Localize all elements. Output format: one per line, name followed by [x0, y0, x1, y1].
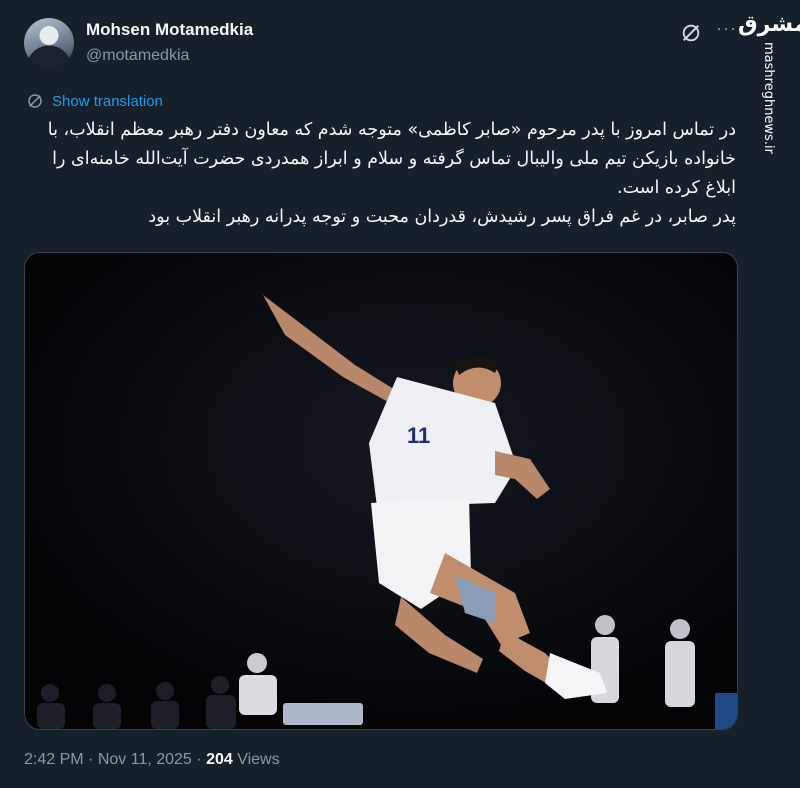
- watermark-logo: مشرق: [738, 12, 800, 37]
- meta-separator: ·: [196, 751, 202, 768]
- tweet: Mohsen Motamedkia @motamedkia ··· مشرق m…: [0, 0, 800, 788]
- tweet-text: در تماس امروز با پدر مرحوم «صابر کاظمی» …: [24, 116, 736, 232]
- tweet-photo[interactable]: 11: [24, 252, 738, 730]
- more-icon[interactable]: ···: [716, 18, 737, 39]
- meta-separator: ·: [88, 751, 94, 768]
- tweet-paragraph-2: پدر صابر، در غم فراق پسر رشیدش، قدردان م…: [148, 207, 736, 227]
- views-count: 204: [206, 751, 233, 768]
- globe-icon: [28, 94, 42, 108]
- grok-icon[interactable]: [680, 22, 702, 44]
- show-translation-link[interactable]: Show translation: [26, 92, 163, 110]
- avatar[interactable]: [24, 18, 74, 68]
- tweet-paragraph-1: در تماس امروز با پدر مرحوم «صابر کاظمی» …: [47, 120, 736, 198]
- tweet-meta: 2:42 PM · Nov 11, 2025 · 204 Views: [24, 751, 280, 769]
- views-label: Views: [237, 751, 280, 768]
- tweet-date[interactable]: Nov 11, 2025: [98, 751, 192, 768]
- volleyball-photo: 11: [25, 253, 737, 729]
- watermark-url: mashreghnews.ir: [761, 42, 776, 154]
- author-name[interactable]: Mohsen Motamedkia: [86, 20, 253, 40]
- author-handle[interactable]: @motamedkia: [86, 47, 189, 65]
- jersey-number: 11: [407, 423, 430, 448]
- show-translation-label: Show translation: [52, 92, 163, 110]
- tweet-time[interactable]: 2:42 PM: [24, 751, 84, 768]
